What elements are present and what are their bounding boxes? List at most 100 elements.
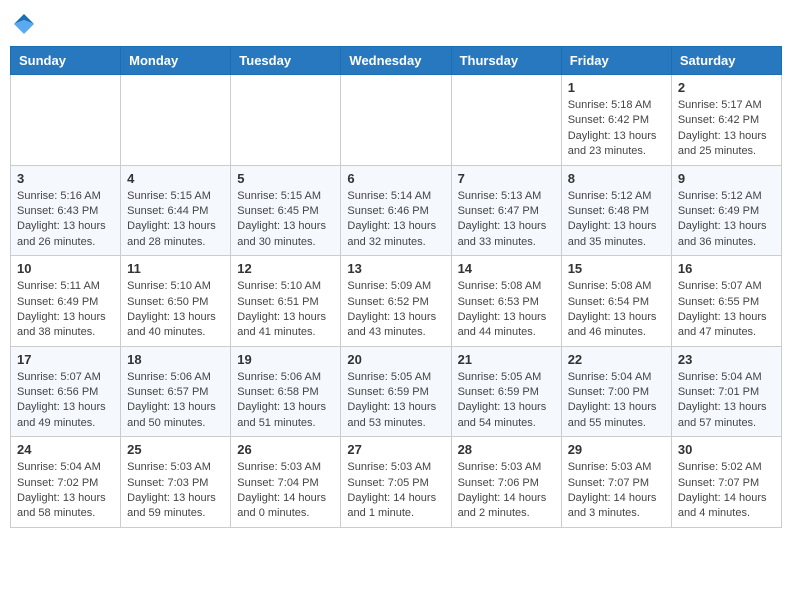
day-info: Sunrise: 5:11 AM Sunset: 6:49 PM Dayligh… <box>17 279 114 341</box>
day-info: Sunrise: 5:08 AM Sunset: 6:54 PM Dayligh… <box>568 279 665 341</box>
calendar-cell: 13 Sunrise: 5:09 AM Sunset: 6:52 PM Dayli… <box>341 256 451 347</box>
calendar-cell: 10 Sunrise: 5:11 AM Sunset: 6:49 PM Dayli… <box>11 256 121 347</box>
calendar-cell: 29 Sunrise: 5:03 AM Sunset: 7:07 PM Dayli… <box>561 437 671 528</box>
calendar-cell: 3 Sunrise: 5:16 AM Sunset: 6:43 PM Daylig… <box>11 165 121 256</box>
day-info: Sunrise: 5:03 AM Sunset: 7:03 PM Dayligh… <box>127 460 224 522</box>
day-number: 19 <box>237 352 334 367</box>
calendar-cell: 24 Sunrise: 5:04 AM Sunset: 7:02 PM Dayli… <box>11 437 121 528</box>
calendar-week-row: 24 Sunrise: 5:04 AM Sunset: 7:02 PM Dayli… <box>11 437 782 528</box>
calendar-cell: 19 Sunrise: 5:06 AM Sunset: 6:58 PM Dayli… <box>231 346 341 437</box>
calendar-cell: 7Sunrise: 5:13 AM Sunset: 6:47 PM Daylig… <box>451 165 561 256</box>
calendar-week-row: 17 Sunrise: 5:07 AM Sunset: 6:56 PM Dayli… <box>11 346 782 437</box>
day-number: 11 <box>127 261 224 276</box>
day-number: 28 <box>458 442 555 457</box>
calendar-cell: 27 Sunrise: 5:03 AM Sunset: 7:05 PM Dayli… <box>341 437 451 528</box>
day-info: Sunrise: 5:12 AM Sunset: 6:49 PM Dayligh… <box>678 189 775 251</box>
calendar-cell <box>11 75 121 166</box>
day-info: Sunrise: 5:04 AM Sunset: 7:00 PM Dayligh… <box>568 370 665 432</box>
calendar-cell: 8Sunrise: 5:12 AM Sunset: 6:48 PM Daylig… <box>561 165 671 256</box>
calendar-cell: 20 Sunrise: 5:05 AM Sunset: 6:59 PM Dayli… <box>341 346 451 437</box>
calendar-cell: 18Sunrise: 5:06 AM Sunset: 6:57 PM Dayli… <box>121 346 231 437</box>
day-info: Sunrise: 5:03 AM Sunset: 7:04 PM Dayligh… <box>237 460 334 522</box>
day-number: 6 <box>347 171 444 186</box>
weekday-header-thursday: Thursday <box>451 47 561 75</box>
day-info: Sunrise: 5:07 AM Sunset: 6:55 PM Dayligh… <box>678 279 775 341</box>
day-number: 25 <box>127 442 224 457</box>
weekday-header-monday: Monday <box>121 47 231 75</box>
day-info: Sunrise: 5:10 AM Sunset: 6:51 PM Dayligh… <box>237 279 334 341</box>
weekday-header-sunday: Sunday <box>11 47 121 75</box>
day-number: 20 <box>347 352 444 367</box>
calendar-week-row: 1Sunrise: 5:18 AM Sunset: 6:42 PM Daylig… <box>11 75 782 166</box>
day-info: Sunrise: 5:18 AM Sunset: 6:42 PM Dayligh… <box>568 98 665 160</box>
calendar-cell: 2 Sunrise: 5:17 AM Sunset: 6:42 PM Daylig… <box>671 75 781 166</box>
calendar-cell: 5Sunrise: 5:15 AM Sunset: 6:45 PM Daylig… <box>231 165 341 256</box>
day-number: 10 <box>17 261 114 276</box>
day-info: Sunrise: 5:03 AM Sunset: 7:05 PM Dayligh… <box>347 460 444 522</box>
calendar-table: SundayMondayTuesdayWednesdayThursdayFrid… <box>10 46 782 528</box>
calendar-cell: 28 Sunrise: 5:03 AM Sunset: 7:06 PM Dayli… <box>451 437 561 528</box>
weekday-header-friday: Friday <box>561 47 671 75</box>
calendar-cell: 22 Sunrise: 5:04 AM Sunset: 7:00 PM Dayli… <box>561 346 671 437</box>
day-info: Sunrise: 5:02 AM Sunset: 7:07 PM Dayligh… <box>678 460 775 522</box>
day-number: 2 <box>678 80 775 95</box>
day-info: Sunrise: 5:15 AM Sunset: 6:44 PM Dayligh… <box>127 189 224 251</box>
day-number: 21 <box>458 352 555 367</box>
day-number: 24 <box>17 442 114 457</box>
day-info: Sunrise: 5:04 AM Sunset: 7:01 PM Dayligh… <box>678 370 775 432</box>
day-number: 29 <box>568 442 665 457</box>
calendar-cell: 21 Sunrise: 5:05 AM Sunset: 6:59 PM Dayli… <box>451 346 561 437</box>
calendar-cell: 26 Sunrise: 5:03 AM Sunset: 7:04 PM Dayli… <box>231 437 341 528</box>
day-number: 13 <box>347 261 444 276</box>
day-info: Sunrise: 5:05 AM Sunset: 6:59 PM Dayligh… <box>458 370 555 432</box>
weekday-header-tuesday: Tuesday <box>231 47 341 75</box>
day-info: Sunrise: 5:03 AM Sunset: 7:07 PM Dayligh… <box>568 460 665 522</box>
day-number: 16 <box>678 261 775 276</box>
calendar-cell: 25 Sunrise: 5:03 AM Sunset: 7:03 PM Dayli… <box>121 437 231 528</box>
calendar-header-row: SundayMondayTuesdayWednesdayThursdayFrid… <box>11 47 782 75</box>
day-number: 30 <box>678 442 775 457</box>
day-info: Sunrise: 5:03 AM Sunset: 7:06 PM Dayligh… <box>458 460 555 522</box>
calendar-cell: 14Sunrise: 5:08 AM Sunset: 6:53 PM Dayli… <box>451 256 561 347</box>
calendar-cell: 11 Sunrise: 5:10 AM Sunset: 6:50 PM Dayli… <box>121 256 231 347</box>
day-info: Sunrise: 5:07 AM Sunset: 6:56 PM Dayligh… <box>17 370 114 432</box>
calendar-cell <box>341 75 451 166</box>
day-info: Sunrise: 5:17 AM Sunset: 6:42 PM Dayligh… <box>678 98 775 160</box>
day-number: 26 <box>237 442 334 457</box>
day-number: 27 <box>347 442 444 457</box>
day-info: Sunrise: 5:05 AM Sunset: 6:59 PM Dayligh… <box>347 370 444 432</box>
day-number: 22 <box>568 352 665 367</box>
day-number: 15 <box>568 261 665 276</box>
day-info: Sunrise: 5:04 AM Sunset: 7:02 PM Dayligh… <box>17 460 114 522</box>
day-info: Sunrise: 5:16 AM Sunset: 6:43 PM Dayligh… <box>17 189 114 251</box>
calendar-cell: 4 Sunrise: 5:15 AM Sunset: 6:44 PM Daylig… <box>121 165 231 256</box>
day-info: Sunrise: 5:06 AM Sunset: 6:58 PM Dayligh… <box>237 370 334 432</box>
weekday-header-wednesday: Wednesday <box>341 47 451 75</box>
day-number: 17 <box>17 352 114 367</box>
day-number: 5 <box>237 171 334 186</box>
weekday-header-saturday: Saturday <box>671 47 781 75</box>
day-number: 8 <box>568 171 665 186</box>
day-info: Sunrise: 5:10 AM Sunset: 6:50 PM Dayligh… <box>127 279 224 341</box>
calendar-cell: 6 Sunrise: 5:14 AM Sunset: 6:46 PM Daylig… <box>341 165 451 256</box>
calendar-cell: 9 Sunrise: 5:12 AM Sunset: 6:49 PM Daylig… <box>671 165 781 256</box>
day-info: Sunrise: 5:14 AM Sunset: 6:46 PM Dayligh… <box>347 189 444 251</box>
day-number: 4 <box>127 171 224 186</box>
calendar-cell: 16 Sunrise: 5:07 AM Sunset: 6:55 PM Dayli… <box>671 256 781 347</box>
calendar-week-row: 3 Sunrise: 5:16 AM Sunset: 6:43 PM Daylig… <box>11 165 782 256</box>
day-number: 9 <box>678 171 775 186</box>
day-info: Sunrise: 5:09 AM Sunset: 6:52 PM Dayligh… <box>347 279 444 341</box>
day-number: 23 <box>678 352 775 367</box>
day-number: 12 <box>237 261 334 276</box>
calendar-cell: 30 Sunrise: 5:02 AM Sunset: 7:07 PM Dayli… <box>671 437 781 528</box>
calendar-cell: 15 Sunrise: 5:08 AM Sunset: 6:54 PM Dayli… <box>561 256 671 347</box>
day-number: 18 <box>127 352 224 367</box>
calendar-cell: 1Sunrise: 5:18 AM Sunset: 6:42 PM Daylig… <box>561 75 671 166</box>
logo <box>10 10 42 38</box>
day-number: 7 <box>458 171 555 186</box>
page-header <box>10 10 782 38</box>
calendar-cell: 23 Sunrise: 5:04 AM Sunset: 7:01 PM Dayli… <box>671 346 781 437</box>
calendar-cell <box>231 75 341 166</box>
day-number: 3 <box>17 171 114 186</box>
day-info: Sunrise: 5:08 AM Sunset: 6:53 PM Dayligh… <box>458 279 555 341</box>
